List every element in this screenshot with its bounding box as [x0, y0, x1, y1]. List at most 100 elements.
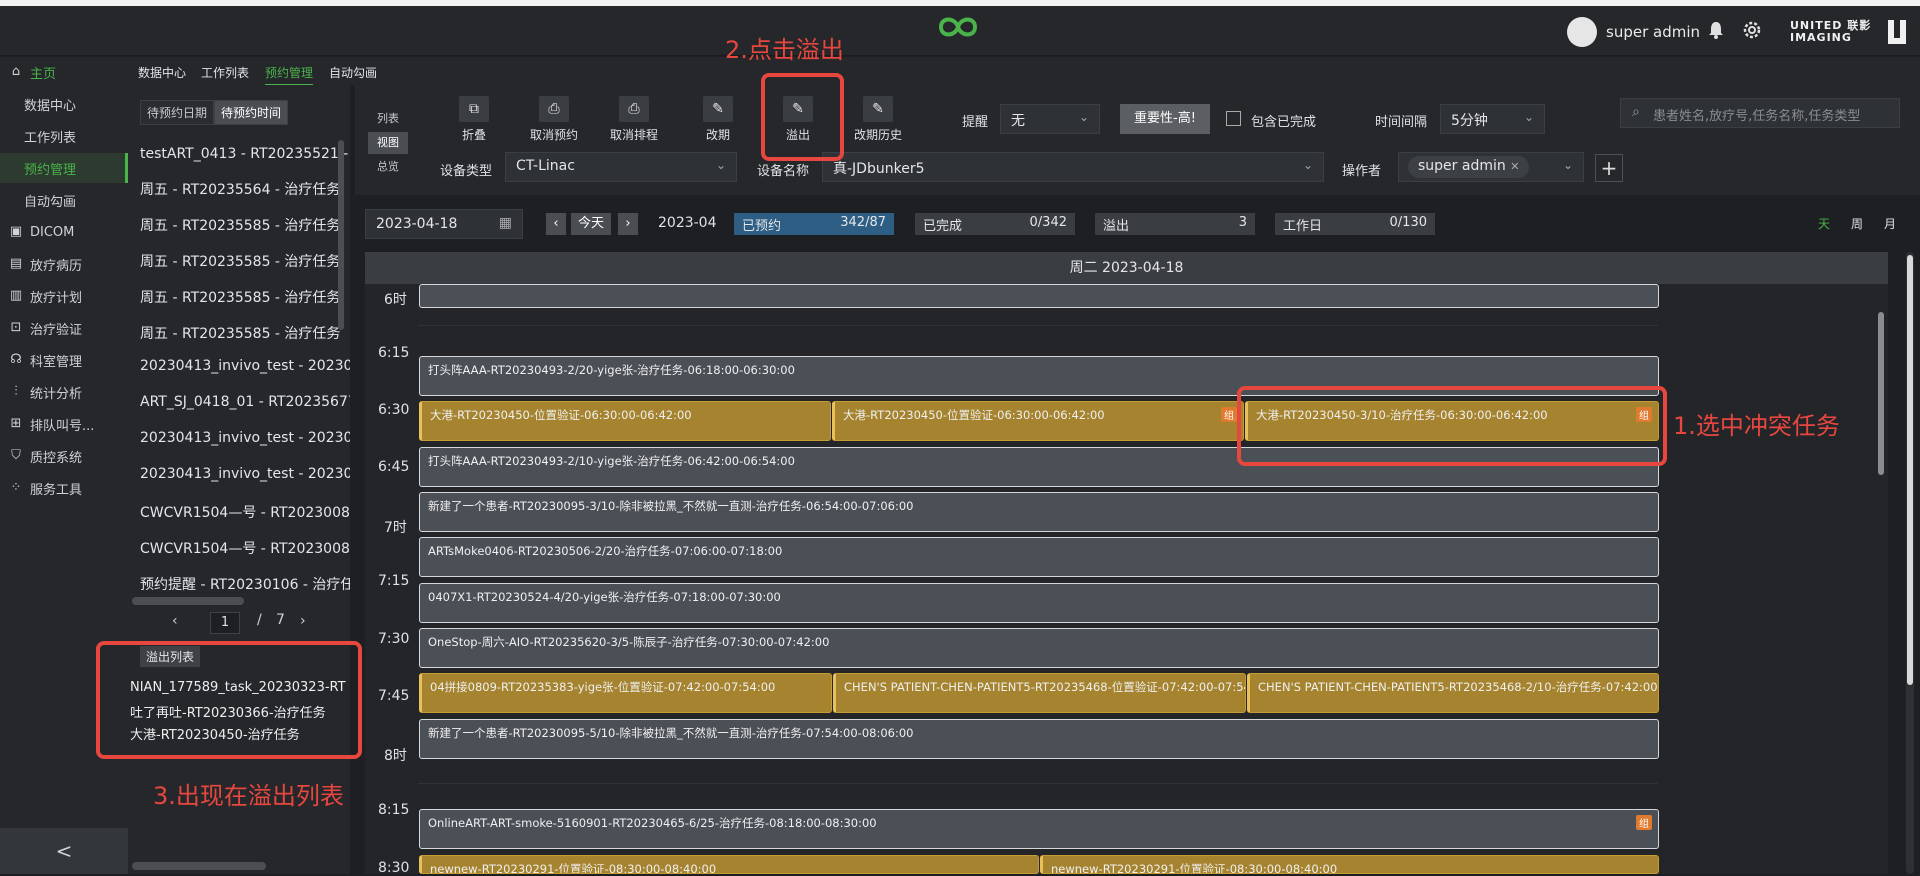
today-button[interactable]: 今天: [571, 213, 611, 235]
nav-item-stats[interactable]: ⫶ 统计分析: [0, 377, 128, 407]
calendar-task[interactable]: newnew-RT20230291-位置验证-08:30:00-08:40:00: [419, 855, 1039, 874]
fold-button[interactable]: ⧉ 折叠: [442, 96, 506, 148]
annotation-box-overflow-list: [96, 641, 362, 759]
tab-auto-contour[interactable]: 自动勾画: [329, 64, 377, 81]
nav-item-qc[interactable]: ⛉ 质控系统: [0, 441, 128, 471]
time-label: 6:45: [378, 459, 410, 475]
view-mode-overview[interactable]: 总览: [368, 156, 408, 178]
nav-item-tools[interactable]: ⁘ 服务工具: [0, 473, 128, 503]
calendar-task[interactable]: CHEN'S PATIENT-CHEN-PATIENT5-RT20235468-…: [833, 673, 1246, 713]
list-item[interactable]: 周五 - RT20235585 - 治疗任务: [140, 215, 350, 245]
list-item[interactable]: ART_SJ_0418_01 - RT20235677: [140, 394, 350, 424]
view-month-tab[interactable]: 月: [1884, 215, 1896, 232]
plan-icon: ▥: [9, 288, 23, 303]
view-mode-view[interactable]: 视图: [368, 132, 408, 154]
nav-item-verify[interactable]: ⊡ 治疗验证: [0, 313, 128, 343]
calendar-task[interactable]: 新建了一个患者-RT20230095-3/10-除非被拉黑_不然就一直测-治疗任…: [419, 492, 1659, 532]
nav-item-worklist[interactable]: 工作列表: [0, 121, 128, 151]
close-icon[interactable]: ✕: [1510, 160, 1519, 173]
list-item[interactable]: 周五 - RT20235585 - 治疗任务: [140, 287, 350, 317]
nav-item-dept[interactable]: ☊ 科室管理: [0, 345, 128, 375]
calendar-scrollbar[interactable]: [1907, 255, 1913, 685]
calendar-task[interactable]: ARTsMoke0406-RT20230506-2/20-治疗任务-07:06:…: [419, 537, 1659, 577]
calendar-task[interactable]: 大港-RT20230450-位置验证-06:30:00-06:42:00 组: [832, 401, 1244, 441]
add-operator-button[interactable]: +: [1595, 154, 1623, 182]
nav-item-home[interactable]: ⌂ 主页: [0, 57, 128, 87]
nav-item-appointment[interactable]: 预约管理: [0, 153, 128, 183]
page-separator: /: [257, 612, 262, 628]
device-type-select[interactable]: CT-Linac ⌄: [505, 152, 737, 182]
printer-icon: ⎙: [539, 96, 569, 122]
cancel-schedule-button[interactable]: ⎙ 取消排程: [602, 96, 666, 148]
calendar-task[interactable]: 新建了一个患者-RT20230095-5/10-除非被拉黑_不然就一直测-治疗任…: [419, 719, 1659, 759]
nav-item-plan[interactable]: ▥ 放疗计划: [0, 281, 128, 311]
list-item[interactable]: 20230413_invivo_test - 2023041: [140, 358, 350, 388]
device-name-select[interactable]: 真-JDbunker5 ⌄: [822, 152, 1324, 182]
prev-page-icon[interactable]: ‹: [172, 613, 178, 629]
calendar-task[interactable]: OneStop-周六-AIO-RT20235620-3/5-陈辰子-治疗任务-0…: [419, 628, 1659, 668]
reschedule-button[interactable]: ✎ 改期: [686, 96, 750, 148]
list-item[interactable]: 周五 - RT20235564 - 治疗任务: [140, 179, 350, 209]
grid-line: [418, 325, 1658, 326]
collapse-nav-button[interactable]: <: [0, 828, 128, 874]
tab-data-center[interactable]: 数据中心: [138, 64, 186, 81]
next-page-icon[interactable]: ›: [300, 613, 306, 629]
prev-day-button[interactable]: ‹: [546, 213, 566, 235]
cancel-appointment-button[interactable]: ⎙ 取消预约: [522, 96, 586, 148]
search-input[interactable]: 患者姓名,放疗号,任务名称,任务类型: [1620, 98, 1900, 128]
tab-worklist[interactable]: 工作列表: [201, 64, 249, 81]
gear-icon[interactable]: [1742, 20, 1762, 40]
list-item[interactable]: CWCVR1504—号 - RT20230081: [140, 538, 350, 568]
nav-item-record[interactable]: ▤ 放疗病历: [0, 249, 128, 279]
calendar-task[interactable]: 04拼接0809-RT20235383-yige张-位置验证-07:42:00-…: [419, 673, 832, 713]
importance-high-button[interactable]: 重要性-高!: [1120, 104, 1210, 134]
list-item[interactable]: 20230413_invivo_test - 2023041: [140, 466, 350, 496]
username[interactable]: super admin: [1606, 23, 1700, 41]
remind-select[interactable]: 无 ⌄: [1000, 104, 1100, 134]
calendar-inner-scrollbar[interactable]: [1878, 312, 1884, 475]
calendar-task[interactable]: newnew-RT20230291-位置验证-08:30:00-08:40:00: [1040, 855, 1659, 874]
seg-pending-time[interactable]: 待预约时间: [214, 100, 289, 125]
overflow-list-hscrollbar[interactable]: [132, 862, 266, 870]
calendar-task-block[interactable]: [419, 284, 1659, 308]
seg-pending-date[interactable]: 待预约日期: [140, 100, 215, 125]
operator-chip[interactable]: super admin ✕: [1408, 156, 1530, 178]
next-day-button[interactable]: ›: [618, 213, 638, 235]
calendar-task[interactable]: 0407X1-RT20230524-4/20-yige张-治疗任务-07:18:…: [419, 583, 1659, 623]
view-week-tab[interactable]: 周: [1851, 215, 1863, 232]
reschedule-history-button[interactable]: ✎ 改期历史: [846, 96, 910, 148]
dept-icon: ☊: [10, 352, 22, 367]
tab-appointment[interactable]: 预约管理: [265, 64, 314, 86]
remind-label: 提醒: [962, 115, 989, 130]
page-total: 7: [276, 612, 285, 628]
calendar-task[interactable]: OnlineART-ART-smoke-5160901-RT20230465-6…: [419, 809, 1659, 849]
list-item[interactable]: CWCVR1504—号 - RT20230081: [140, 502, 350, 532]
list-item[interactable]: 周五 - RT20235585 - 治疗任务: [140, 251, 350, 281]
time-label: 7:30: [378, 631, 410, 647]
nav-item-dicom[interactable]: ▣ DICOM: [0, 217, 128, 247]
time-label: 7时: [384, 520, 407, 536]
date-picker[interactable]: 2023-04-18 ▦: [365, 209, 523, 239]
list-item[interactable]: 20230413_invivo_test - 2023041: [140, 430, 350, 460]
app-logo-icon: [935, 13, 981, 45]
stat-workday: 工作日 0/130: [1275, 213, 1435, 235]
nav-item-auto-contour[interactable]: 自动勾画: [0, 185, 128, 215]
list-item[interactable]: testART_0413 - RT20235521 - 治: [140, 143, 350, 173]
nav-item-queue[interactable]: ⊞ 排队叫号...: [0, 409, 128, 439]
view-day-tab[interactable]: 天: [1818, 215, 1830, 232]
avatar[interactable]: [1567, 17, 1597, 47]
stat-booked: 已预约 342/87: [734, 213, 894, 235]
pending-list-scrollbar[interactable]: [338, 140, 344, 330]
page-input[interactable]: 1: [210, 612, 240, 634]
list-item[interactable]: 周五 - RT20235585 - 治疗任务: [140, 323, 350, 353]
nav-item-data-center[interactable]: 数据中心: [0, 89, 128, 119]
include-done-checkbox[interactable]: [1226, 111, 1241, 126]
calendar-icon: ▦: [498, 215, 512, 231]
calendar-task[interactable]: CHEN'S PATIENT-CHEN-PATIENT5-RT20235468-…: [1247, 673, 1659, 713]
calendar-task[interactable]: 大港-RT20230450-位置验证-06:30:00-06:42:00: [419, 401, 831, 441]
pending-list-hscrollbar[interactable]: [132, 597, 244, 605]
current-month: 2023-04: [658, 215, 717, 231]
view-mode-list[interactable]: 列表: [368, 108, 408, 130]
interval-select[interactable]: 5分钟 ⌄: [1440, 104, 1545, 134]
bell-icon[interactable]: [1707, 20, 1725, 40]
